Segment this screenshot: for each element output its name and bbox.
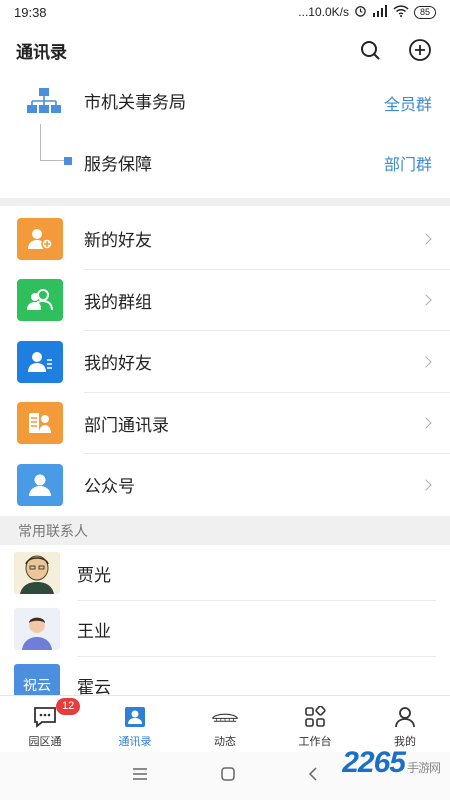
group-icon	[17, 279, 63, 322]
menu-item-label: 部门通讯录	[84, 415, 169, 435]
tab-workbench[interactable]: 工作台	[270, 696, 360, 751]
chevron-right-icon	[420, 233, 432, 245]
home-icon[interactable]	[221, 766, 235, 786]
tab-label: 通讯录	[118, 736, 152, 748]
tab-label: 动态	[214, 736, 236, 748]
watermark-suffix: 手游网	[406, 761, 441, 775]
contact-menu: 新的好友 我的群组 我的好友 部门通讯录 公众号	[0, 208, 450, 516]
contacts-icon	[121, 704, 149, 730]
new-friend-icon	[17, 217, 63, 260]
section-divider	[0, 198, 450, 206]
menu-item-new-friends[interactable]: 新的好友	[0, 208, 450, 270]
tab-label: 工作台	[298, 736, 332, 748]
tab-contacts[interactable]: 通讯录	[90, 696, 180, 751]
frequent-contacts-list: 贾光 王业 祝云 霍云	[0, 545, 450, 695]
stadium-icon	[211, 704, 239, 730]
contact-item[interactable]: 祝云 霍云	[0, 657, 450, 695]
signal-icon	[372, 4, 388, 20]
menu-item-label: 我的好友	[84, 354, 152, 374]
contact-item[interactable]: 王业	[0, 601, 450, 657]
search-icon	[361, 41, 380, 60]
bottom-tab-bar: 12 园区通 通讯录 动态 工作台 我的	[0, 695, 450, 751]
chevron-right-icon	[420, 417, 432, 429]
menu-icon[interactable]	[132, 767, 148, 785]
watermark-logo: 2265 手游网	[342, 746, 441, 780]
watermark-text: 2265	[342, 746, 406, 779]
status-bar: 19:38 ...10.0K/s 85	[0, 0, 450, 24]
page-title: 通讯录	[16, 42, 67, 62]
org-parent-name: 市机关事务局	[84, 93, 186, 112]
contact-name: 王业	[77, 621, 111, 641]
menu-item-label: 新的好友	[84, 231, 152, 251]
org-child-name: 服务保障	[84, 155, 152, 174]
org-parent-row[interactable]: 市机关事务局 全员群	[0, 82, 450, 122]
menu-item-my-groups[interactable]: 我的群组	[0, 270, 450, 331]
all-members-group-link[interactable]: 全员群	[384, 91, 432, 115]
menu-item-label: 公众号	[84, 477, 135, 497]
org-child-row[interactable]: 服务保障 部门群	[0, 142, 450, 182]
frequent-contacts-header: 常用联系人	[0, 516, 450, 545]
menu-item-official-accounts[interactable]: 公众号	[0, 454, 450, 516]
department-icon	[17, 402, 63, 445]
chevron-right-icon	[420, 479, 432, 491]
department-group-link[interactable]: 部门群	[384, 151, 432, 175]
tab-park[interactable]: 12 园区通	[0, 696, 90, 751]
department-node-icon	[64, 157, 72, 165]
network-speed: ...10.0K/s	[298, 5, 349, 19]
app-header: 通讯录	[0, 28, 450, 72]
chevron-right-icon	[420, 294, 432, 306]
back-icon[interactable]	[308, 766, 318, 786]
battery-icon: 85	[413, 5, 436, 19]
avatar-text: 祝云	[23, 677, 51, 693]
menu-item-label: 我的群组	[84, 292, 152, 312]
add-circle-icon	[409, 39, 431, 61]
person-icon	[391, 704, 419, 730]
org-tree-icon	[26, 88, 62, 119]
avatar: 祝云	[14, 664, 60, 695]
wifi-icon	[393, 4, 409, 20]
menu-item-my-friends[interactable]: 我的好友	[0, 331, 450, 393]
org-tree: 市机关事务局 全员群 服务保障 部门群	[0, 80, 450, 198]
status-indicators: ...10.0K/s 85	[298, 4, 436, 20]
tab-activity[interactable]: 动态	[180, 696, 270, 751]
menu-item-department-directory[interactable]: 部门通讯录	[0, 393, 450, 454]
avatar	[14, 608, 60, 650]
tab-label: 园区通	[28, 736, 62, 748]
contact-name: 贾光	[77, 565, 111, 585]
contact-item[interactable]: 贾光	[0, 545, 450, 601]
official-account-icon	[17, 463, 63, 506]
tab-me[interactable]: 我的	[360, 696, 450, 751]
status-time: 19:38	[14, 4, 47, 20]
contact-name: 霍云	[77, 677, 111, 696]
grid-apps-icon	[301, 704, 329, 730]
chat-icon	[31, 704, 59, 730]
alarm-icon	[354, 4, 367, 20]
add-button[interactable]	[406, 36, 434, 64]
chevron-right-icon	[420, 356, 432, 368]
avatar	[14, 552, 60, 594]
friend-icon	[17, 340, 63, 383]
unread-badge: 12	[56, 698, 81, 715]
search-button[interactable]	[356, 36, 384, 64]
